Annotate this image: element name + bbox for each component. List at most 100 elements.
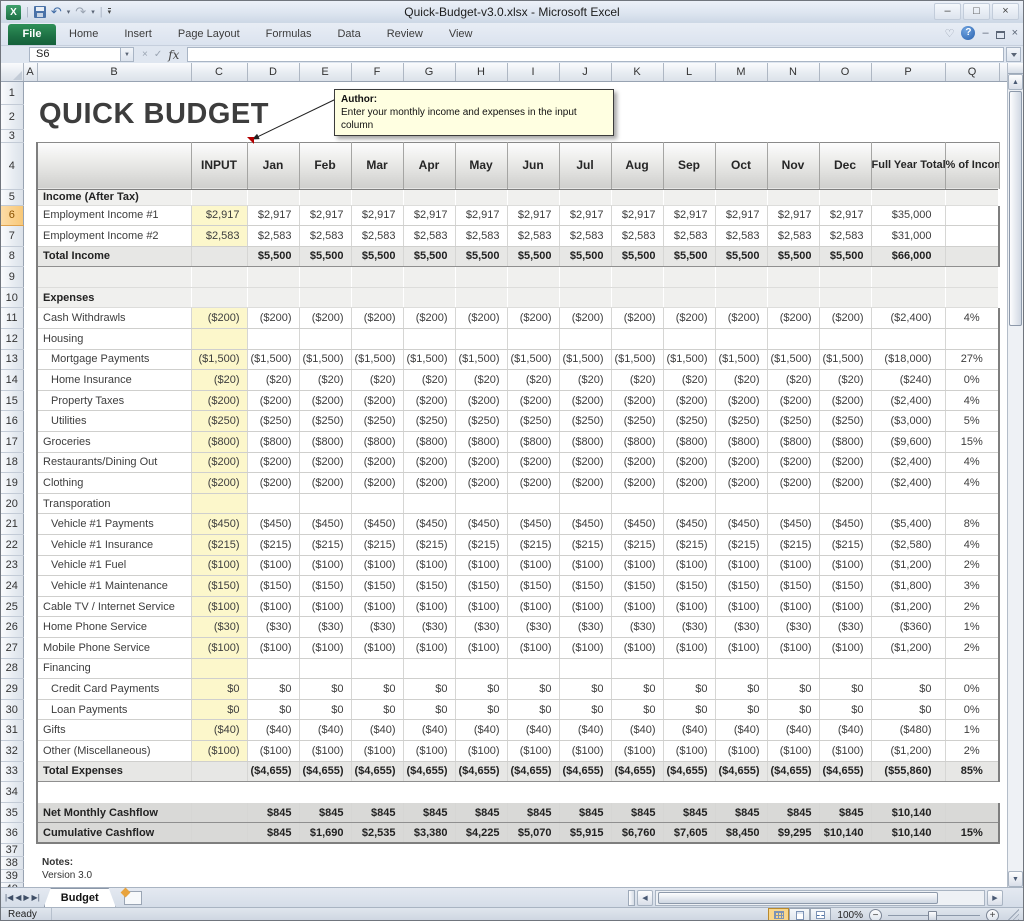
month-value-cell[interactable] (299, 267, 351, 288)
month-value-cell[interactable]: $2,917 (507, 205, 559, 226)
month-value-cell[interactable]: ($200) (299, 473, 351, 494)
row-header-2[interactable]: 2 (1, 104, 23, 129)
month-header-cell[interactable]: Jul (559, 142, 611, 189)
month-value-cell[interactable] (767, 329, 819, 350)
column-header-I[interactable]: I (507, 63, 559, 81)
window-restore-icon[interactable] (996, 31, 1005, 39)
full-year-total-cell[interactable]: ($2,400) (871, 452, 945, 473)
month-value-cell[interactable]: ($20) (403, 370, 455, 391)
month-value-cell[interactable]: $5,500 (299, 246, 351, 267)
month-value-cell[interactable] (559, 782, 611, 803)
input-cell[interactable] (191, 823, 247, 844)
month-value-cell[interactable]: ($100) (819, 740, 871, 761)
row-label-cell[interactable]: Net Monthly Cashflow (37, 802, 191, 823)
month-value-cell[interactable]: ($4,655) (351, 761, 403, 782)
month-value-cell[interactable]: $2,917 (715, 205, 767, 226)
pct-of-income-cell[interactable] (945, 189, 999, 205)
month-value-cell[interactable]: ($150) (819, 576, 871, 597)
row-label-cell[interactable]: Cash Withdrawls (37, 308, 191, 329)
row-header-10[interactable]: 10 (1, 287, 23, 308)
input-cell[interactable]: $2,917 (191, 205, 247, 226)
pct-of-income-cell[interactable]: 3% (945, 576, 999, 597)
full-year-total-cell[interactable] (871, 329, 945, 350)
month-value-cell[interactable]: ($200) (351, 452, 403, 473)
tab-formulas[interactable]: Formulas (253, 24, 325, 45)
month-value-cell[interactable]: ($800) (767, 432, 819, 453)
month-value-cell[interactable]: ($200) (351, 390, 403, 411)
sheet-tab-budget[interactable]: Budget (44, 888, 116, 907)
month-value-cell[interactable] (819, 287, 871, 308)
row-label-cell[interactable]: Cumulative Cashflow (37, 823, 191, 844)
month-value-cell[interactable]: $2,917 (611, 205, 663, 226)
month-value-cell[interactable] (351, 658, 403, 679)
month-value-cell[interactable] (663, 658, 715, 679)
month-value-cell[interactable]: ($150) (299, 576, 351, 597)
month-value-cell[interactable]: ($40) (299, 720, 351, 741)
month-value-cell[interactable]: ($215) (299, 535, 351, 556)
month-value-cell[interactable]: ($800) (455, 432, 507, 453)
month-value-cell[interactable] (611, 267, 663, 288)
cell[interactable] (23, 658, 37, 679)
row-header-11[interactable]: 11 (1, 308, 23, 329)
month-value-cell[interactable]: ($1,500) (715, 349, 767, 370)
month-value-cell[interactable]: ($200) (247, 452, 299, 473)
input-cell[interactable] (191, 246, 247, 267)
row-header-30[interactable]: 30 (1, 699, 23, 720)
month-value-cell[interactable]: ($200) (559, 308, 611, 329)
month-value-cell[interactable]: $5,500 (715, 246, 767, 267)
month-value-cell[interactable] (715, 267, 767, 288)
row-header-31[interactable]: 31 (1, 720, 23, 741)
column-header-Q[interactable]: Q (945, 63, 999, 81)
month-value-cell[interactable]: ($200) (247, 390, 299, 411)
input-cell[interactable]: ($30) (191, 617, 247, 638)
month-value-cell[interactable]: ($100) (507, 596, 559, 617)
month-value-cell[interactable]: ($100) (351, 596, 403, 617)
month-value-cell[interactable]: ($100) (663, 740, 715, 761)
month-value-cell[interactable]: ($250) (767, 411, 819, 432)
month-value-cell[interactable]: ($100) (247, 596, 299, 617)
input-cell[interactable] (191, 267, 247, 288)
page-layout-view-button[interactable] (789, 908, 810, 921)
row-header-22[interactable]: 22 (1, 535, 23, 556)
month-value-cell[interactable] (403, 329, 455, 350)
month-value-cell[interactable] (455, 329, 507, 350)
month-value-cell[interactable] (507, 493, 559, 514)
pct-of-income-cell[interactable]: 1% (945, 720, 999, 741)
month-value-cell[interactable]: ($20) (455, 370, 507, 391)
month-value-cell[interactable] (819, 658, 871, 679)
month-value-cell[interactable]: ($800) (559, 432, 611, 453)
month-value-cell[interactable]: ($450) (403, 514, 455, 535)
month-value-cell[interactable]: ($450) (715, 514, 767, 535)
row-label-cell[interactable]: Employment Income #2 (37, 226, 191, 247)
month-value-cell[interactable]: $2,917 (663, 205, 715, 226)
row-header-14[interactable]: 14 (1, 370, 23, 391)
input-cell[interactable] (191, 189, 247, 205)
cell[interactable] (23, 189, 37, 205)
tab-split-handle[interactable] (628, 890, 635, 906)
month-value-cell[interactable]: $2,583 (767, 226, 819, 247)
input-cell[interactable]: ($1,500) (191, 349, 247, 370)
month-value-cell[interactable]: $0 (403, 699, 455, 720)
row-header-7[interactable]: 7 (1, 226, 23, 247)
month-value-cell[interactable] (351, 782, 403, 803)
row-header-38[interactable]: 38 (1, 856, 23, 869)
row-header-9[interactable]: 9 (1, 267, 23, 288)
month-value-cell[interactable]: ($100) (715, 596, 767, 617)
expand-formula-bar-icon[interactable] (1006, 47, 1021, 62)
cell[interactable] (23, 329, 37, 350)
month-value-cell[interactable]: ($150) (767, 576, 819, 597)
month-value-cell[interactable]: ($30) (767, 617, 819, 638)
pct-of-income-cell[interactable] (945, 782, 999, 803)
row-label-cell[interactable]: Vehicle #1 Maintenance (37, 576, 191, 597)
month-value-cell[interactable]: ($30) (507, 617, 559, 638)
column-header-J[interactable]: J (559, 63, 611, 81)
input-cell[interactable]: ($200) (191, 452, 247, 473)
month-value-cell[interactable]: ($100) (611, 596, 663, 617)
row-header-29[interactable]: 29 (1, 679, 23, 700)
month-value-cell[interactable]: ($200) (819, 473, 871, 494)
month-value-cell[interactable]: ($215) (507, 535, 559, 556)
scrollbar-split-handle[interactable] (1008, 63, 1023, 74)
month-value-cell[interactable]: ($100) (403, 555, 455, 576)
insert-worksheet-icon[interactable] (124, 891, 142, 905)
month-value-cell[interactable]: $2,917 (767, 205, 819, 226)
